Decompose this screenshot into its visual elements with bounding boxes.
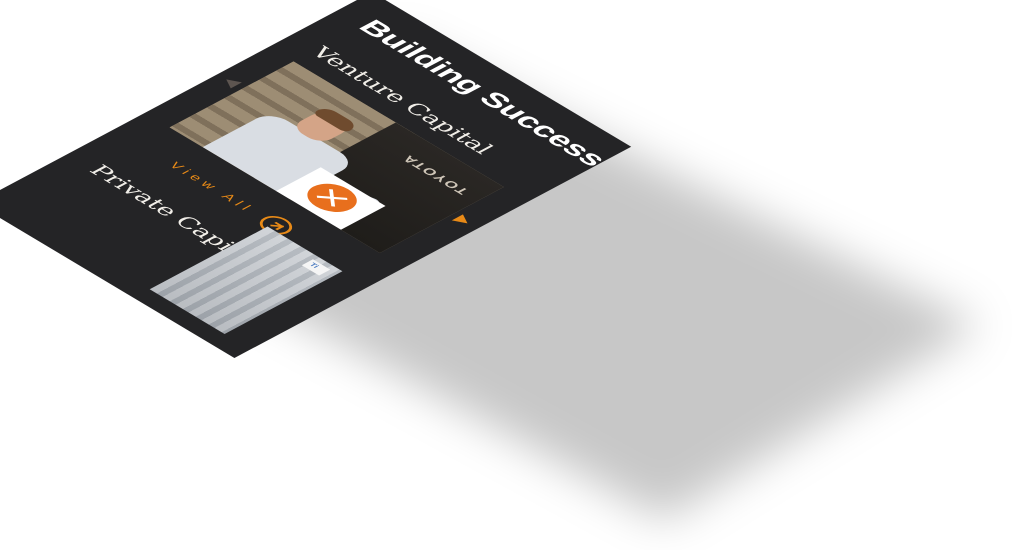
machine-label: TOYOTA xyxy=(397,152,472,197)
arrow-left-icon[interactable] xyxy=(220,76,242,89)
private-capital-image[interactable]: Ti xyxy=(149,226,343,334)
device-wrap: Building Success Venture Capital TOYOTA xyxy=(0,0,1024,550)
phone-screen: Building Success Venture Capital TOYOTA xyxy=(0,0,632,358)
mockup-stage: Building Success Venture Capital TOYOTA xyxy=(0,0,1024,550)
arrow-right-icon[interactable] xyxy=(451,214,474,227)
